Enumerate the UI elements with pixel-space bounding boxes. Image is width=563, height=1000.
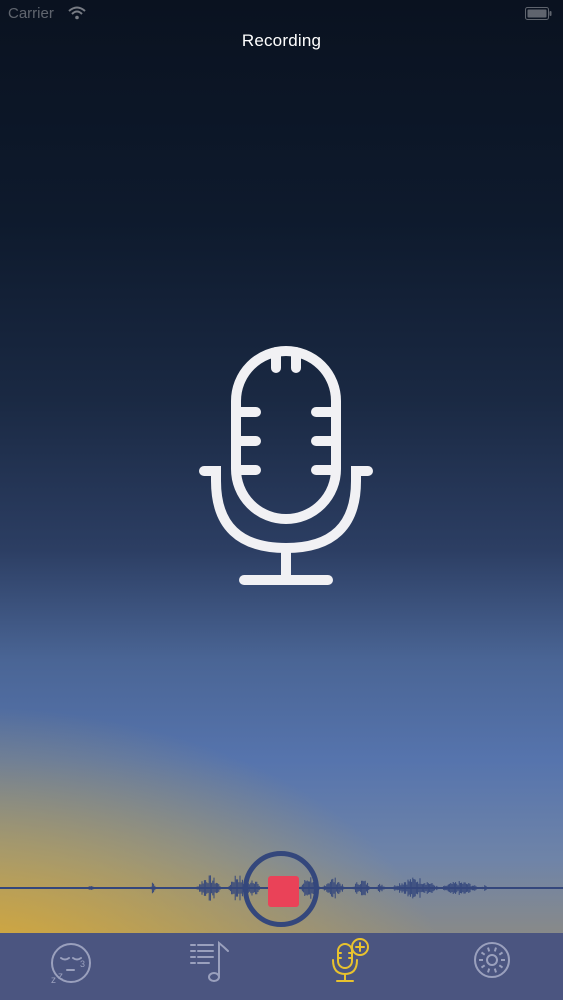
music-list-icon [190, 940, 229, 982]
wifi-icon [68, 6, 86, 20]
tab-record[interactable] [321, 937, 381, 993]
status-bar: Carrier [0, 0, 563, 28]
gear-icon [474, 942, 510, 978]
recording-screen: Carrier Recording z z 3 [0, 0, 563, 1000]
stop-recording-button[interactable] [243, 851, 319, 927]
svg-text:z: z [51, 975, 56, 986]
tab-sleep[interactable]: z z 3 [40, 937, 100, 993]
tab-playlist[interactable] [182, 937, 242, 993]
svg-text:3: 3 [80, 959, 85, 969]
microphone-icon [199, 346, 373, 585]
carrier-label: Carrier [8, 5, 54, 22]
tab-bar: z z 3 [0, 933, 563, 1000]
tab-settings[interactable] [461, 937, 521, 993]
battery-icon [525, 7, 552, 20]
page-title: Recording [241, 31, 322, 50]
add-microphone-icon [332, 938, 369, 982]
stop-icon [268, 876, 299, 907]
svg-text:z: z [58, 971, 63, 982]
sleeping-face-icon: z z 3 [51, 943, 91, 986]
